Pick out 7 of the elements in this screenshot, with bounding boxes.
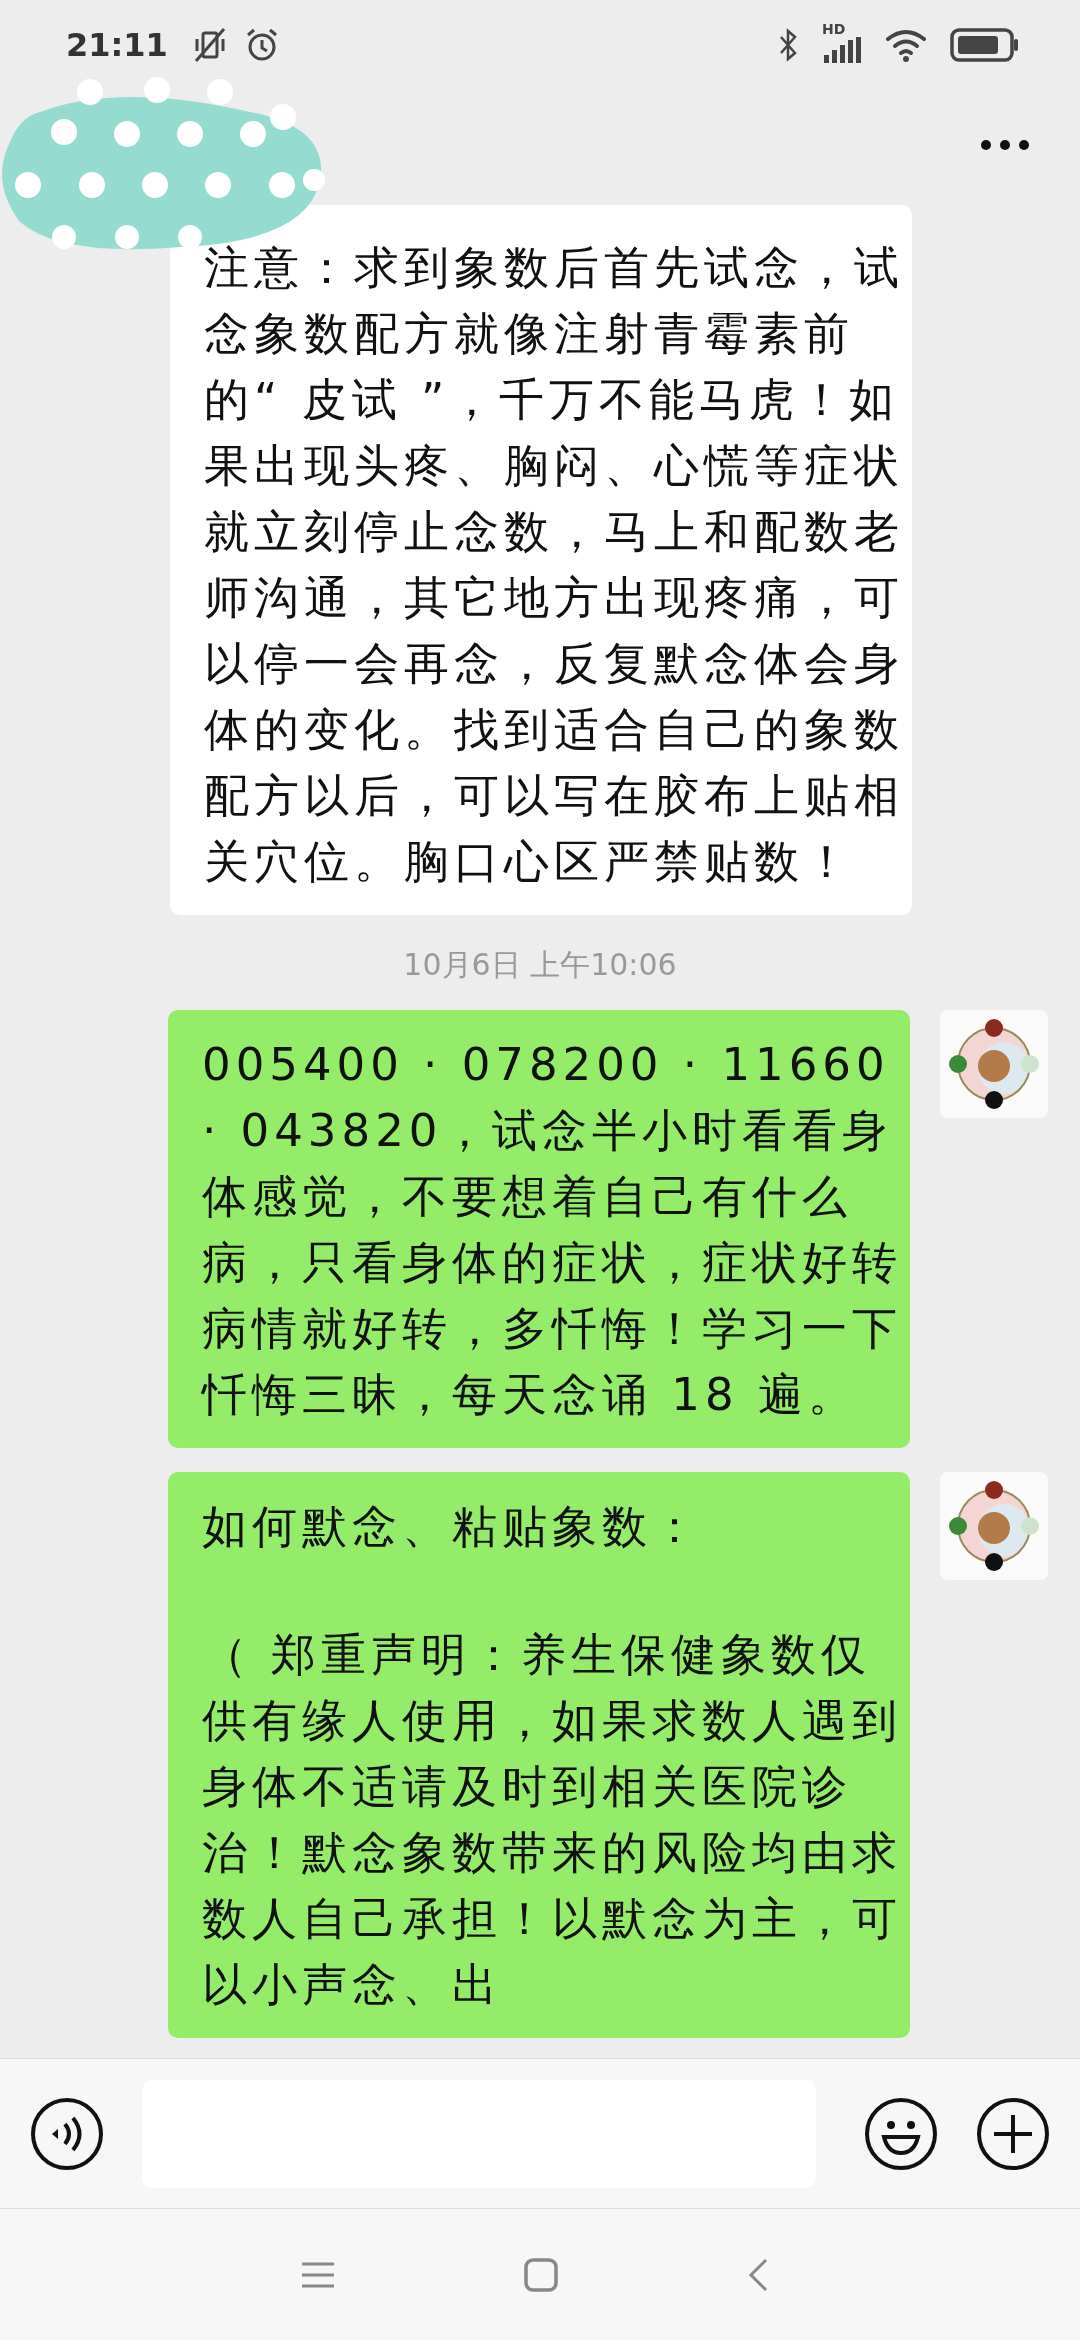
message-text: 005400 · 078200 · 11660 · 043820，试念半小时看看身体感觉，不要想着自己有什么病，只看身体的症状，症状好转病情就好转，多忏悔！学习一下忏悔三昧，每天念诵 18 遍。: [202, 1037, 903, 1423]
message-timestamp: 10月6日 上午10:06: [402, 946, 678, 984]
message-bubble[interactable]: 如何默念、粘贴象数： （ 郑重声明：养生保健象数仅供有缘人使用，如果求数人遇到身体不适请及时到相关医院诊治！默念象数带来的风险均由求数人自己承担！以默念为主，可以小声念、出: [168, 1472, 910, 2038]
message-text: （ 郑重声明：养生保健象数仅供有缘人使用，如果求数人遇到身体不适请及时到相关医院诊治！默念象数带来的风险均由求数人自己承担！以默念为主，可以小声念、出: [202, 1627, 903, 2013]
status-time: 21:11: [66, 26, 168, 64]
message-text: 如何默念、粘贴象数：: [202, 1499, 703, 1555]
message-bubble[interactable]: 005400 · 078200 · 11660 · 043820，试念半小时看看身体感觉，不要想着自己有什么病，只看身体的症状，症状好转病情就好转，多忏悔！学习一下忏悔三昧，每天念诵 18 遍。: [168, 1010, 910, 1448]
